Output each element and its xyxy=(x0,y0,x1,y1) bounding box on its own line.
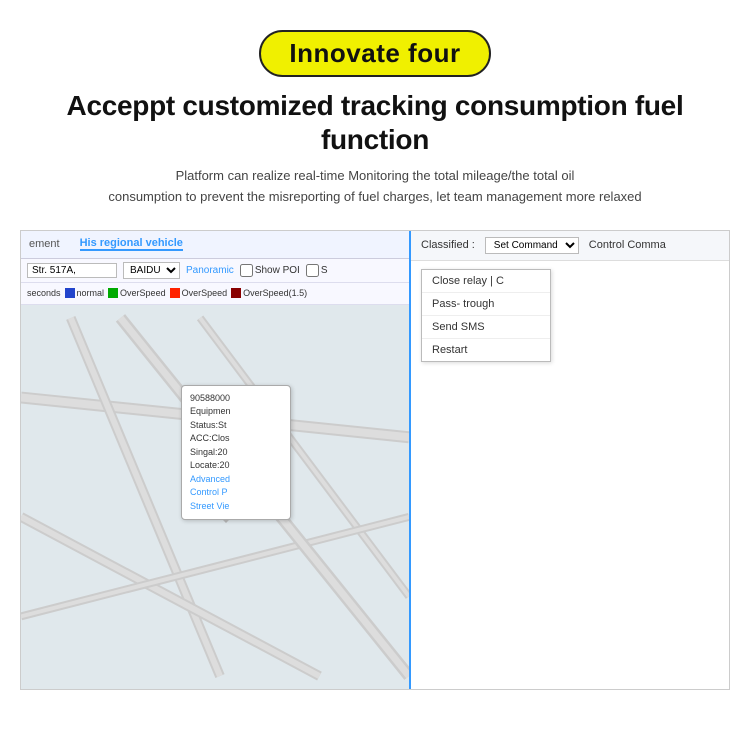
controls-bar: BAIDU Panoramic Show POI S xyxy=(21,259,409,283)
popup-acc: ACC:Clos xyxy=(190,432,282,446)
show-s-text: S xyxy=(321,265,328,276)
show-poi-checkbox[interactable] xyxy=(240,264,253,277)
legend-seconds: seconds xyxy=(27,288,61,298)
legend-item-overspeed2: OverSpeed xyxy=(170,288,228,298)
popup-equipment: Equipmen xyxy=(190,405,282,419)
tab-regional-vehicle[interactable]: His regional vehicle xyxy=(80,237,183,251)
menu-item-restart[interactable]: Restart xyxy=(422,339,550,361)
panoramic-link[interactable]: Panoramic xyxy=(186,265,234,276)
innovate-badge: Innovate four xyxy=(259,30,490,77)
legend-label-normal: normal xyxy=(77,288,105,298)
legend-label-overspeed15: OverSpeed(1.5) xyxy=(243,288,307,298)
subtitle-line2: consumption to prevent the misreporting … xyxy=(108,189,641,204)
menu-item-send-sms[interactable]: Send SMS xyxy=(422,316,550,339)
popup-status: Status:St xyxy=(190,419,282,433)
show-s-checkbox[interactable] xyxy=(306,264,319,277)
show-poi-text: Show POI xyxy=(255,265,300,276)
dropdown-menu: Close relay | C Pass- trough Send SMS Re… xyxy=(421,269,551,362)
show-poi-label: Show POI xyxy=(240,264,300,277)
legend-box-overspeed1 xyxy=(108,288,118,298)
main-title: Acceppt customized tracking consumption … xyxy=(20,89,730,156)
popup-street-link[interactable]: Street Vie xyxy=(190,500,282,514)
legend-item-overspeed15: OverSpeed(1.5) xyxy=(231,288,307,298)
right-bottom-area xyxy=(411,370,729,689)
address-input[interactable] xyxy=(27,263,117,278)
legend-box-normal xyxy=(65,288,75,298)
menu-item-pass-trough[interactable]: Pass- trough xyxy=(422,293,550,316)
popup-locate: Locate:20 xyxy=(190,459,282,473)
badge-text: Innovate four xyxy=(289,38,460,68)
subtitle-line1: Platform can realize real-time Monitorin… xyxy=(176,168,575,183)
popup-advanced-link[interactable]: Advanced xyxy=(190,473,282,487)
subtitle: Platform can realize real-time Monitorin… xyxy=(108,166,641,208)
set-command-select[interactable]: Set Command xyxy=(485,237,579,254)
page-wrapper: Innovate four Acceppt customized trackin… xyxy=(0,0,750,750)
left-panel: ement His regional vehicle BAIDU Panoram… xyxy=(21,231,411,689)
legend-item-overspeed1: OverSpeed xyxy=(108,288,166,298)
map-type-select[interactable]: BAIDU xyxy=(123,262,180,279)
legend-label-overspeed2: OverSpeed xyxy=(182,288,228,298)
popup-control-link[interactable]: Control P xyxy=(190,486,282,500)
menu-item-close-relay[interactable]: Close relay | C xyxy=(422,270,550,293)
legend-box-overspeed15 xyxy=(231,288,241,298)
legend-bar: seconds normal OverSpeed OverSpeed OverS… xyxy=(21,283,409,305)
right-top-bar: Classified : Set Command Control Comma xyxy=(411,231,729,261)
legend-label-overspeed1: OverSpeed xyxy=(120,288,166,298)
popup-id: 90588000 xyxy=(190,392,282,406)
classified-label: Classified : xyxy=(421,239,475,251)
screenshot-area: ement His regional vehicle BAIDU Panoram… xyxy=(20,230,730,690)
legend-box-overspeed2 xyxy=(170,288,180,298)
left-top-bar: ement His regional vehicle xyxy=(21,231,409,259)
info-popup: 90588000 Equipmen Status:St ACC:Clos Sin… xyxy=(181,385,291,521)
right-panel: Classified : Set Command Control Comma C… xyxy=(411,231,729,689)
legend-item-normal: normal xyxy=(65,288,105,298)
badge-wrapper: Innovate four xyxy=(259,30,490,77)
popup-signal: Singal:20 xyxy=(190,446,282,460)
tab-management[interactable]: ement xyxy=(29,238,60,250)
control-command-label: Control Comma xyxy=(589,239,666,251)
map-canvas[interactable]: 90588000 Equipmen Status:St ACC:Clos Sin… xyxy=(21,305,409,689)
show-s-label: S xyxy=(306,264,328,277)
